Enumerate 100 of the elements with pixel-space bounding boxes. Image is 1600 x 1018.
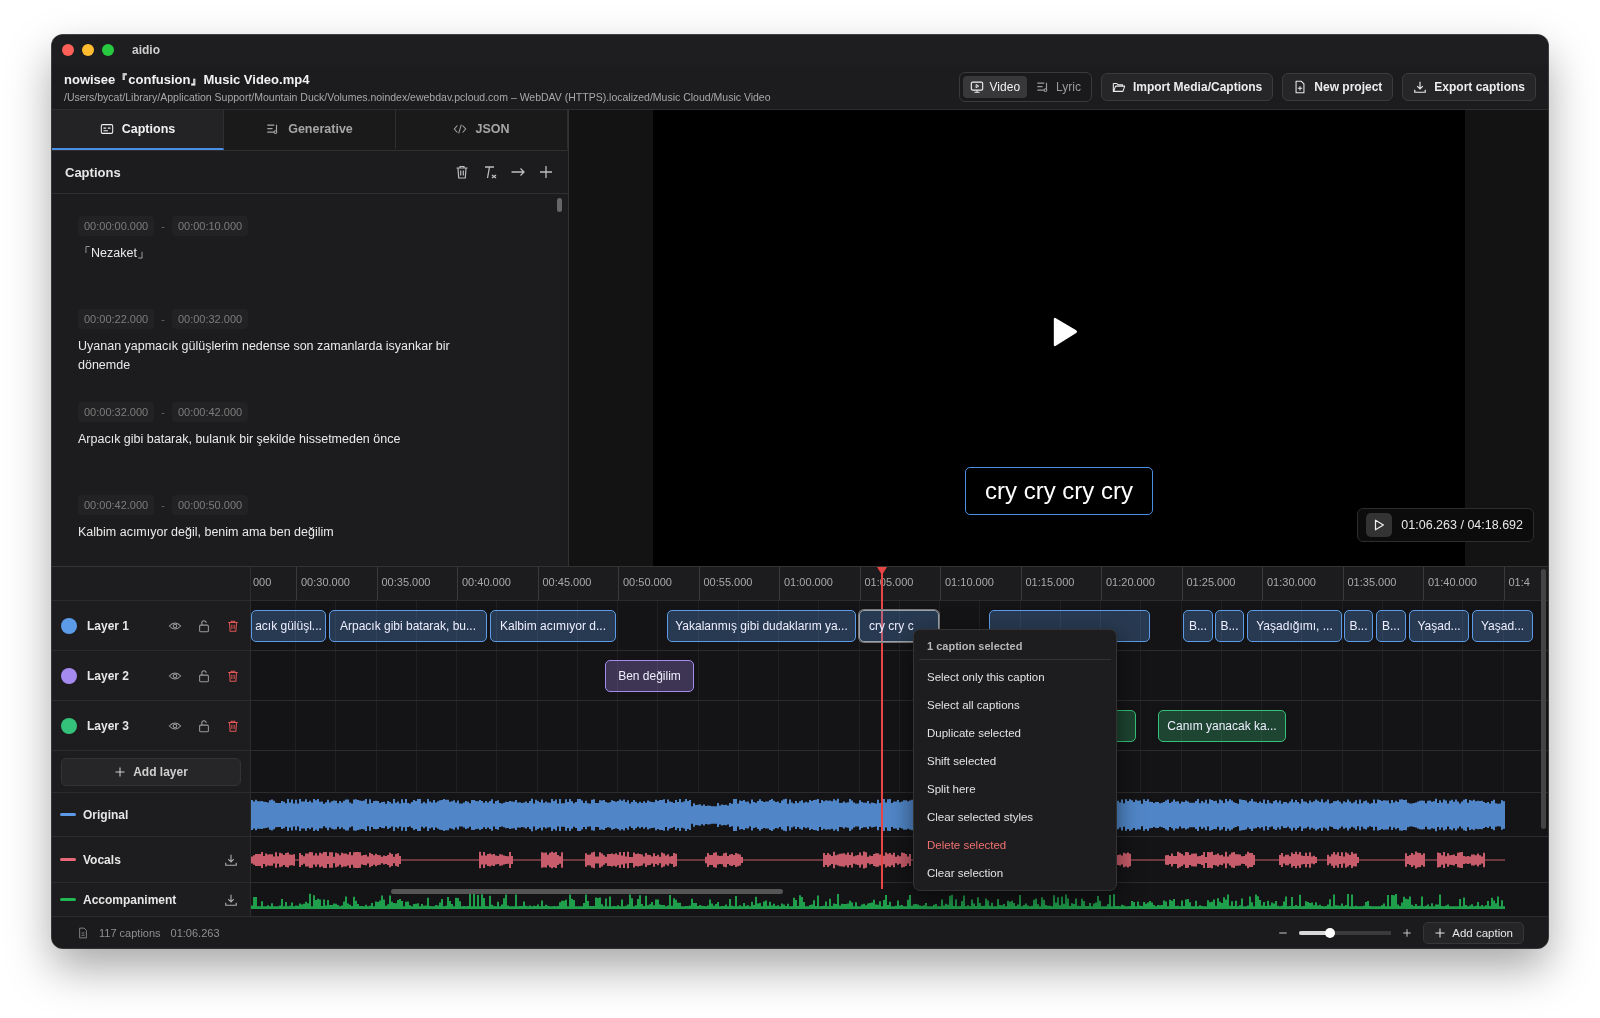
add-caption-button[interactable]: Add caption	[1423, 921, 1524, 944]
caption-clip[interactable]: Yakalanmış gibi dudaklarım ya...	[667, 610, 856, 642]
ruler-label: 00:35.000	[381, 576, 431, 588]
layer-color-dot[interactable]	[61, 667, 77, 684]
playback-time: 01:06.263 / 04:18.692	[1401, 518, 1523, 532]
ruler-label: 00:45.000	[542, 576, 592, 588]
file-plus-icon	[1293, 80, 1308, 94]
download-icon	[1413, 80, 1428, 94]
trash-icon[interactable]	[454, 164, 470, 180]
caption-clip[interactable]: Yaşad...	[1409, 610, 1469, 642]
ruler-label: 00:50.000	[623, 576, 672, 588]
plus-icon	[1434, 926, 1447, 939]
layer-name[interactable]: Layer 3	[87, 718, 153, 733]
header-button[interactable]: Export captions	[1402, 73, 1536, 101]
caption-clip[interactable]: Ben değilim	[605, 660, 694, 692]
code-icon	[453, 122, 468, 136]
layer-name[interactable]: Layer 2	[87, 668, 153, 683]
scrollbar[interactable]	[391, 889, 783, 894]
ruler-label: 01:25.000	[1186, 576, 1236, 588]
play-icon	[1372, 518, 1387, 532]
zoom-button[interactable]	[102, 44, 114, 56]
unlock-icon[interactable]	[197, 718, 211, 733]
menu-item[interactable]: Split here	[919, 775, 1111, 803]
ruler-label: 01:40.000	[1428, 576, 1477, 588]
zoom-in-icon[interactable]	[1401, 926, 1414, 939]
caption-text[interactable]: Kalbim acımıyor değil, benim ama ben değilim	[78, 523, 478, 542]
caption-count: 117 captions	[99, 926, 161, 939]
plus-icon[interactable]	[538, 164, 554, 180]
add-layer-button[interactable]: Add layer	[61, 757, 241, 786]
caption-clip[interactable]: B...	[1215, 610, 1244, 642]
menu-item[interactable]: Select only this caption	[919, 663, 1111, 691]
layer-name[interactable]: Layer 1	[87, 618, 153, 633]
menu-item[interactable]: Clear selection	[919, 859, 1111, 887]
ruler-label: 00:30.000	[301, 576, 350, 588]
menu-item[interactable]: Shift selected	[919, 747, 1111, 775]
header-button[interactable]: Import Media/Captions	[1100, 73, 1274, 101]
document-icon	[77, 926, 89, 939]
ruler-label: 00:55.000	[703, 576, 753, 588]
menu-item[interactable]: Select all captions	[919, 691, 1111, 719]
end-time-field[interactable]: 00:00:50.000	[171, 495, 249, 515]
ruler-label: 00:40.000	[462, 576, 511, 588]
sidebar-tab[interactable]: Captions	[52, 110, 224, 150]
start-time-field[interactable]: 00:00:32.000	[78, 402, 155, 422]
plus-icon	[114, 765, 127, 778]
track-name: Original	[83, 807, 130, 822]
ruler-label: 01:00.000	[784, 576, 833, 588]
start-time-field[interactable]: 00:00:42.000	[78, 495, 155, 515]
current-time: 01:06.263	[170, 926, 220, 939]
monitor-icon	[969, 80, 984, 94]
trash-icon[interactable]	[226, 668, 240, 683]
download-icon[interactable]	[224, 892, 238, 907]
caption-text[interactable]: Arpacık gibi batarak, bulanık bir şekilde hissetmeden önce	[78, 430, 478, 449]
caption-text[interactable]: 「Nezaket」	[78, 244, 478, 263]
menu-item[interactable]: Delete selected	[919, 831, 1111, 859]
ruler-label: 01:10.000	[945, 576, 994, 588]
scrollbar[interactable]	[557, 198, 562, 212]
scrollbar[interactable]	[1541, 569, 1546, 829]
end-time-field[interactable]: 00:00:42.000	[171, 402, 249, 422]
ruler-label: 01:4	[1508, 576, 1530, 588]
time-separator: -	[161, 499, 165, 511]
clear-format-icon[interactable]	[482, 164, 498, 180]
menu-item[interactable]: Duplicate selected	[919, 719, 1111, 747]
time-separator: -	[161, 313, 165, 325]
track-name: Accompaniment	[83, 892, 178, 907]
header-button[interactable]: New project	[1282, 73, 1394, 101]
start-time-field[interactable]: 00:00:22.000	[78, 309, 155, 329]
end-time-field[interactable]: 00:00:32.000	[171, 309, 249, 329]
play-button[interactable]	[1366, 513, 1393, 537]
caption-clip[interactable]: Kalbim acımıyor d...	[490, 610, 616, 642]
layer-color-dot[interactable]	[61, 717, 77, 734]
start-time-field[interactable]: 00:00:00.000	[78, 216, 155, 236]
download-icon[interactable]	[224, 852, 238, 867]
caption-clip[interactable]: acık gülüşl...	[251, 610, 326, 642]
end-time-field[interactable]: 00:00:10.000	[171, 216, 249, 236]
caption-clip[interactable]: B...	[1183, 610, 1213, 642]
caption-clip[interactable]: Canım yanacak ka...	[1158, 710, 1286, 742]
caption-clip[interactable]: B...	[1376, 610, 1406, 642]
caption-clip[interactable]: B...	[1344, 610, 1373, 642]
layer-color-dot[interactable]	[61, 617, 77, 634]
time-separator: -	[161, 220, 165, 232]
panel-title: Captions	[65, 164, 122, 180]
caption-clip[interactable]: Arpacık gibi batarak, bu...	[329, 610, 487, 642]
captions-icon	[99, 122, 114, 136]
time-separator: -	[161, 406, 165, 418]
menu-title: 1 caption selected	[919, 636, 1111, 660]
close-button[interactable]	[62, 44, 74, 56]
track-name: Vocals	[83, 852, 122, 867]
trash-icon[interactable]	[226, 618, 240, 633]
caption-text[interactable]: Uyanan yapmacık gülüşlerim nedense son zamanlarda isyankar bir dönemde	[78, 337, 478, 375]
caption-clip[interactable]: Yaşad...	[1472, 610, 1533, 642]
unlock-icon[interactable]	[197, 668, 211, 683]
ruler-label: 000	[253, 576, 272, 588]
minimize-button[interactable]	[82, 44, 94, 56]
menu-item[interactable]: Clear selected styles	[919, 803, 1111, 831]
view-mode-tab[interactable]: Lyric	[1029, 76, 1088, 98]
unlock-icon[interactable]	[197, 618, 211, 633]
caption-overlay[interactable]: cry cry cry cry	[965, 467, 1153, 515]
trash-icon[interactable]	[226, 718, 240, 733]
view-mode-tab[interactable]: Video	[962, 76, 1028, 98]
caption-clip[interactable]: Yaşadığımı, ...	[1247, 610, 1342, 642]
